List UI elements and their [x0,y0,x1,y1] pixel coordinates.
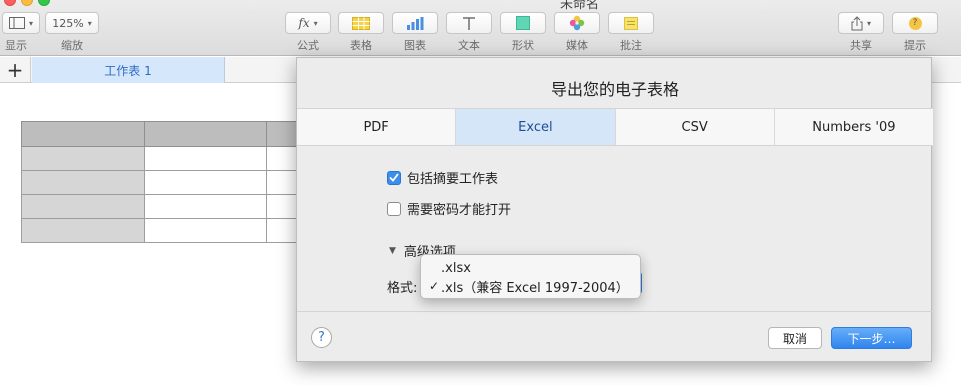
window-minimize-button[interactable] [21,0,33,6]
table-cell[interactable] [21,218,145,243]
text-icon [463,16,475,30]
tab-pdf[interactable]: PDF [297,109,457,145]
table-icon [352,16,370,30]
cancel-button[interactable]: 取消 [768,327,822,349]
window-close-button[interactable] [4,0,16,6]
format-option-label: .xls（兼容 Excel 1997-2004） [441,280,629,296]
sidebar-view-icon [8,17,25,29]
table-cell[interactable] [144,121,267,147]
zoom-value: 125% [52,16,84,30]
checkmark-icon [389,173,399,182]
require-password-checkbox[interactable] [387,201,401,216]
table-row [21,146,307,171]
formula-button[interactable]: fx ▾ [285,12,331,34]
require-password-label: 需要密码才能打开 [407,203,512,218]
next-button[interactable]: 下一步… [831,327,912,349]
media-button[interactable] [554,12,600,34]
shape-button[interactable] [500,12,546,34]
export-format-tabs: PDF Excel CSV Numbers '09 [297,108,933,146]
text-label: 文本 [458,39,480,52]
include-summary-option[interactable]: 包括摘要工作表 [387,168,498,187]
table-row [21,170,307,195]
tips-label: 提示 [904,39,926,52]
table-label: 表格 [350,39,372,52]
dialog-divider [297,311,933,312]
share-label: 共享 [850,39,872,52]
table-row [21,194,307,219]
include-summary-checkbox[interactable] [387,170,401,185]
require-password-option[interactable]: 需要密码才能打开 [387,199,511,218]
table-button[interactable] [338,12,384,34]
window-zoom-button[interactable] [38,0,50,6]
chart-icon [407,16,424,30]
function-icon: fx [298,16,310,30]
text-button[interactable] [446,12,492,34]
shape-label: 形状 [512,39,534,52]
comment-note-icon [624,16,638,30]
view-menu-button[interactable]: ▾ [2,12,40,34]
share-button[interactable]: ▾ [838,12,884,34]
chevron-down-icon: ▾ [87,18,92,28]
format-popup-menu: .xlsx ✓ .xls（兼容 Excel 1997-2004） [420,254,641,299]
table-cell[interactable] [144,146,267,171]
zoom-label: 缩放 [61,39,83,52]
tips-question-icon: ? [908,16,922,30]
sheet-tab-active[interactable]: 工作表 1 [32,57,225,83]
spreadsheet-table[interactable] [21,121,307,243]
media-photos-icon [569,15,585,31]
shape-icon [516,16,530,30]
formula-label: 公式 [297,39,319,52]
format-option-label: .xlsx [441,260,471,276]
format-option-xlsx[interactable]: .xlsx [421,259,642,277]
media-label: 媒体 [566,39,588,52]
include-summary-label: 包括摘要工作表 [407,172,499,187]
add-sheet-button[interactable]: + [0,57,31,83]
dialog-title: 导出您的电子表格 [550,80,679,99]
chevron-down-icon: ▾ [28,18,33,28]
checkmark-icon: ✓ [428,279,439,293]
toolbar: 未命名 ▾ 显示 125% ▾ 缩放 fx ▾ 公式 表格 图表 文本 形状 媒… [0,0,961,56]
export-dialog: 导出您的电子表格 PDF Excel CSV Numbers '09 包括摘要工… [296,57,933,362]
zoom-dropdown[interactable]: 125% ▾ [45,12,99,34]
table-cell[interactable] [21,121,145,147]
view-label: 显示 [5,39,27,52]
format-option-xls[interactable]: ✓ .xls（兼容 Excel 1997-2004） [421,277,642,296]
window-title: 未命名 [560,0,600,12]
help-button[interactable]: ? [311,327,332,348]
share-icon [851,15,863,30]
chevron-down-icon: ▾ [866,18,871,28]
comment-button[interactable] [608,12,654,34]
chevron-down-icon: ▾ [313,18,318,28]
comment-label: 批注 [620,39,642,52]
tab-csv[interactable]: CSV [616,109,775,145]
disclosure-triangle-down-icon[interactable]: ▼ [389,246,396,256]
tips-button[interactable]: ? [892,12,938,34]
format-label: 格式: [387,281,418,296]
table-row [21,218,307,243]
table-cell[interactable] [144,218,267,243]
table-cell[interactable] [21,194,145,219]
tab-excel[interactable]: Excel [456,109,616,145]
table-header-row [21,121,307,147]
chart-label: 图表 [404,39,426,52]
table-cell[interactable] [21,170,145,195]
table-cell[interactable] [144,170,267,195]
table-cell[interactable] [21,146,145,171]
table-cell[interactable] [144,194,267,219]
tab-numbers-09[interactable]: Numbers '09 [775,109,933,145]
chart-button[interactable] [392,12,438,34]
